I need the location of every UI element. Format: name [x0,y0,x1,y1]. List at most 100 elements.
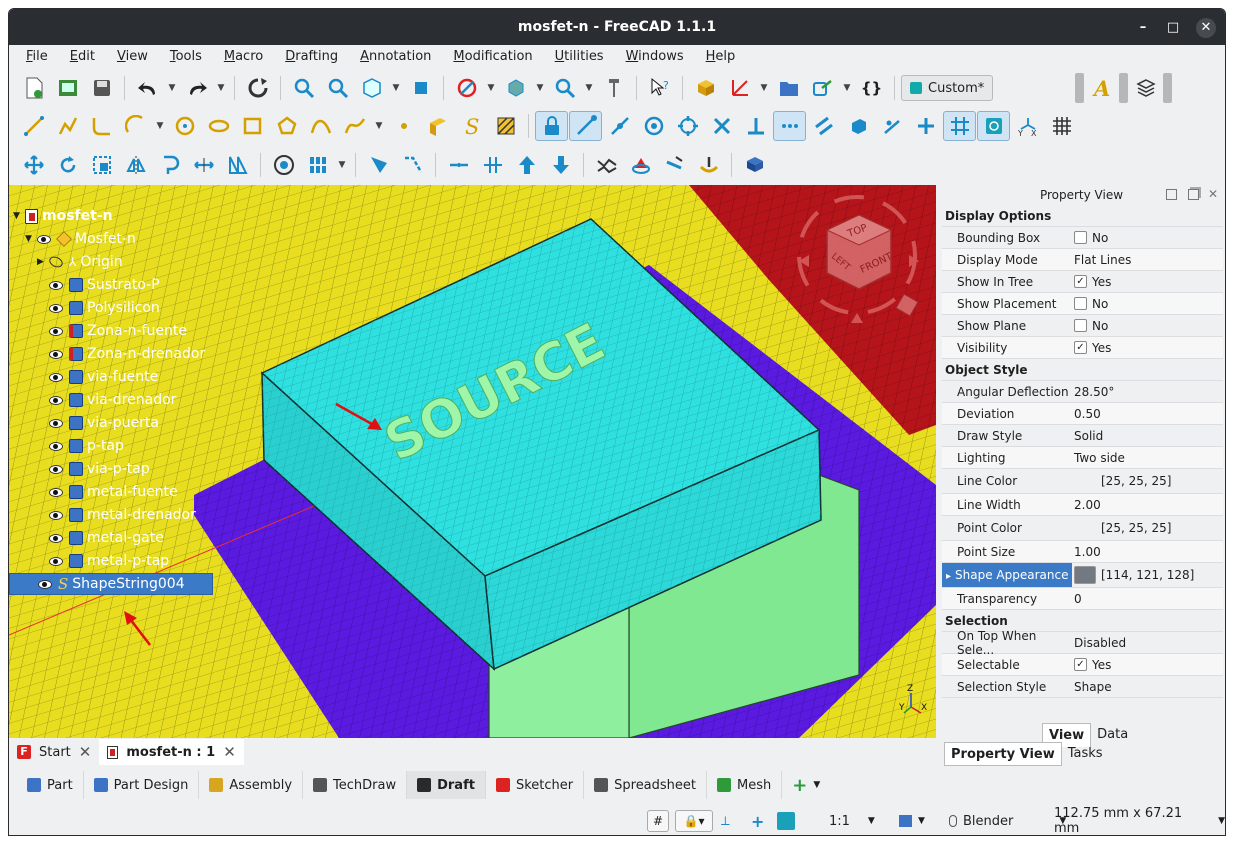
property-row[interactable]: Display Mode Flat Lines [942,249,1223,271]
scale-dropdown-icon[interactable]: ▼ [868,816,875,826]
create-part-icon[interactable] [689,73,722,103]
property-checkbox[interactable] [1074,297,1087,310]
link-dropdown-icon[interactable]: ▼ [840,73,854,103]
redo-dropdown-icon[interactable]: ▼ [214,73,228,103]
menu-file[interactable]: File [15,45,59,69]
hatch-icon[interactable] [489,111,522,141]
property-row[interactable]: Show In Tree ✓ Yes [942,271,1223,293]
menu-drafting[interactable]: Drafting [274,45,349,69]
save-icon[interactable] [85,73,118,103]
toggle-grid-icon[interactable] [1045,111,1078,141]
property-row[interactable]: Line Width 2.00 [942,494,1223,516]
draw-style-icon[interactable] [450,73,483,103]
workbench-tab[interactable]: Assembly [199,771,304,799]
menu-modification[interactable]: Modification [442,45,543,69]
property-row[interactable]: Bounding Box No [942,227,1223,249]
menu-windows[interactable]: Windows [615,45,695,69]
property-row[interactable]: Visibility ✓ Yes [942,337,1223,359]
rotate-icon[interactable] [51,150,84,180]
tree-item[interactable]: Zona-n-fuente [49,320,187,342]
polygon-icon[interactable] [270,111,303,141]
zoom-icon[interactable] [548,73,581,103]
eye-icon[interactable] [38,579,52,589]
maximize-button[interactable]: □ [1163,18,1183,38]
dimensions-dropdown-icon[interactable]: ▼ [1218,816,1225,826]
draft-to-sketch-icon[interactable] [624,150,657,180]
expand-triangle-icon[interactable]: ▼ [25,234,37,244]
zoom-dropdown-icon[interactable]: ▼ [582,73,596,103]
property-checkbox[interactable]: ✓ [1074,341,1087,354]
menu-help[interactable]: Help [695,45,747,69]
selection-filter-icon[interactable] [499,73,532,103]
snap-center-icon[interactable] [637,111,670,141]
property-value-cell[interactable]: ✓ Yes [1072,341,1223,355]
array-icon[interactable] [301,150,334,180]
panel-close-icon[interactable]: ✕ [1208,187,1218,201]
shape-2d-view-icon[interactable] [738,150,771,180]
property-checkbox[interactable] [1074,231,1087,244]
status-ortho-icon[interactable]: + [751,810,764,832]
expand-arrow-icon[interactable]: ▸ [946,571,951,582]
property-value-cell[interactable]: 28.50° [1072,385,1223,399]
bezier-icon[interactable] [338,111,371,141]
property-row[interactable]: Deviation 0.50 [942,403,1223,425]
snap-lock-icon[interactable] [535,111,568,141]
text-icon[interactable]: A [1085,73,1118,103]
color-swatch[interactable] [1074,519,1096,537]
eye-icon[interactable] [49,349,63,359]
property-value-cell[interactable]: 2.00 [1072,498,1223,512]
standard-views-icon[interactable] [355,73,388,103]
property-row[interactable]: Transparency 0 [942,588,1223,610]
workbench-tab[interactable]: TechDraw [303,771,408,799]
tree-item[interactable]: via-puerta [49,412,159,434]
status-scale[interactable]: 1:1 ▼ [829,810,875,832]
property-row[interactable]: Show Plane No [942,315,1223,337]
property-row[interactable]: Draw Style Solid [942,425,1223,447]
tree-item[interactable]: via-drenador [49,389,176,411]
measure-tool-icon[interactable] [597,73,630,103]
tree-origin[interactable]: ▶ ⅄ Origin [37,251,123,273]
eye-icon[interactable] [49,303,63,313]
snap-extension-icon[interactable] [773,111,806,141]
offset-icon[interactable] [153,150,186,180]
menu-utilities[interactable]: Utilities [544,45,615,69]
eye-icon[interactable] [49,533,63,543]
join-icon[interactable] [396,150,429,180]
tree-item[interactable]: metal-gate [49,527,164,549]
collapse-triangle-icon[interactable]: ▶ [37,257,49,267]
circle-icon[interactable] [168,111,201,141]
eye-icon[interactable] [49,487,63,497]
eye-icon[interactable] [37,234,51,244]
snap-endpoint-icon[interactable] [569,111,602,141]
color-swatch[interactable] [1074,472,1096,490]
close-tab-icon[interactable]: ✕ [79,743,92,761]
property-value-cell[interactable]: [25, 25, 25] [1072,519,1223,537]
redo-icon[interactable] [180,73,213,103]
menu-view[interactable]: View [106,45,159,69]
tree-item[interactable]: p-tap [49,435,124,457]
menu-macro[interactable]: Macro [213,45,274,69]
expression-icon[interactable]: {} [855,73,888,103]
views-dropdown-icon[interactable]: ▼ [389,73,403,103]
workbench-tab[interactable]: Part [17,771,84,799]
undo-icon[interactable] [131,73,164,103]
snap-midpoint-icon[interactable] [603,111,636,141]
rectangle-icon[interactable] [236,111,269,141]
clone-icon[interactable] [221,150,254,180]
tree-body[interactable]: ▼ Mosfet-n [25,228,136,250]
ellipse-icon[interactable] [202,111,235,141]
property-value-cell[interactable]: 0 [1072,592,1223,606]
facebinder-icon[interactable] [421,111,454,141]
workbench-tab[interactable]: Draft [407,771,486,799]
property-row[interactable]: Selection Style Shape [942,676,1223,698]
draw-style-dropdown-icon[interactable]: ▼ [484,73,498,103]
tree-item[interactable]: metal-drenador [49,504,196,526]
property-value-cell[interactable]: ✓ Yes [1072,658,1223,672]
eye-icon[interactable] [49,556,63,566]
tree-item[interactable]: metal-p-tap [49,550,169,572]
property-value-cell[interactable]: [114, 121, 128] [1072,563,1223,587]
point-icon[interactable] [387,111,420,141]
eye-icon[interactable] [49,510,63,520]
refresh-icon[interactable] [241,73,274,103]
eye-icon[interactable] [49,326,63,336]
